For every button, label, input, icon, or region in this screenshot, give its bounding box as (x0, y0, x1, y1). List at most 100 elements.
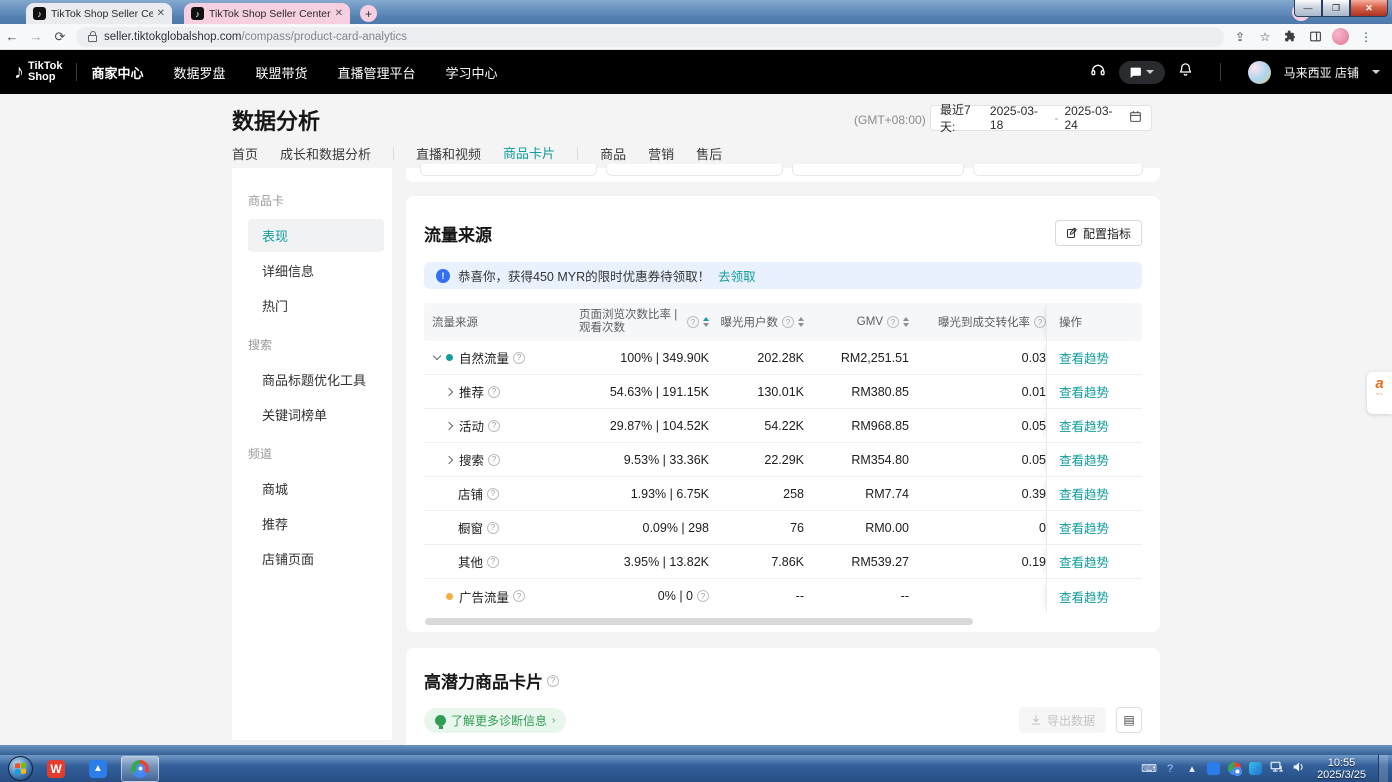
help-tray-icon[interactable]: ? (1163, 763, 1177, 775)
show-desktop-button[interactable] (1378, 755, 1388, 782)
browser-toolbar: ← → ⟳ seller.tiktokglobalshop.com/compas… (0, 24, 1392, 50)
configure-metrics-button[interactable]: 配置指标 (1055, 220, 1142, 246)
headset-support-icon[interactable] (1090, 62, 1106, 83)
input-method-icon[interactable]: ⌨ (1141, 762, 1155, 775)
volume-icon[interactable] (1292, 760, 1305, 778)
column-header-exposed-users[interactable]: 曝光用户数 (709, 314, 804, 330)
help-icon[interactable] (487, 522, 499, 534)
date-range-picker[interactable]: 最近7天: 2025-03-18 - 2025-03-24 (930, 105, 1152, 131)
help-icon[interactable] (1034, 316, 1046, 328)
taskbar-chrome-icon[interactable] (121, 756, 159, 782)
source-name: 店铺 (458, 484, 483, 503)
source-name: 其他 (458, 552, 483, 571)
sidebar-item-trending[interactable]: 热门 (248, 289, 384, 322)
nav-item-affiliate[interactable]: 联盟带货 (255, 63, 307, 82)
browser-tab-2[interactable]: ♪ TikTok Shop Seller Center | Cre ✕ (184, 3, 350, 24)
help-icon[interactable] (547, 675, 559, 687)
view-trend-link[interactable]: 查看趋势 (1059, 416, 1109, 435)
new-tab-button[interactable]: + (360, 5, 377, 22)
nav-item-data-compass[interactable]: 数据罗盘 (173, 63, 225, 82)
expand-chevron-icon[interactable] (445, 387, 453, 395)
view-trend-link[interactable]: 查看趋势 (1059, 348, 1109, 367)
claim-coupon-link[interactable]: 去领取 (718, 266, 756, 285)
tray-cloud-icon[interactable] (1249, 762, 1262, 775)
view-trend-link[interactable]: 查看趋势 (1059, 587, 1109, 606)
help-icon[interactable] (487, 488, 499, 500)
expand-chevron-icon[interactable] (445, 455, 453, 463)
window-minimize-button[interactable]: — (1294, 0, 1322, 17)
nav-item-seller-center[interactable]: 商家中心 (91, 63, 143, 82)
help-icon[interactable] (697, 590, 709, 602)
sidebar-item-shop-page[interactable]: 店铺页面 (248, 542, 384, 575)
back-icon[interactable]: ← (0, 29, 24, 44)
help-icon[interactable] (887, 316, 899, 328)
sidebar-item-keyword-ranking[interactable]: 关键词榜单 (248, 398, 384, 431)
nav-item-live-platform[interactable]: 直播管理平台 (337, 63, 415, 82)
help-icon[interactable] (488, 420, 500, 432)
extensions-puzzle-icon[interactable] (1282, 29, 1298, 45)
export-data-button[interactable]: 导出数据 (1019, 707, 1106, 733)
reload-icon[interactable]: ⟳ (48, 29, 72, 45)
taskbar-docs-app-icon[interactable]: ▲ (79, 756, 117, 782)
view-trend-link[interactable]: 查看趋势 (1059, 450, 1109, 469)
taskbar-wps-icon[interactable]: W (37, 756, 75, 782)
tray-app-blue-icon[interactable] (1207, 762, 1220, 775)
sidebar-item-recommend[interactable]: 推荐 (248, 507, 384, 540)
lock-icon[interactable] (88, 35, 97, 42)
forward-icon[interactable]: → (24, 29, 48, 44)
view-trend-link[interactable]: 查看趋势 (1059, 382, 1109, 401)
window-close-button[interactable]: ✕ (1350, 0, 1388, 17)
window-maximize-button[interactable]: ❐ (1322, 0, 1350, 17)
column-header-conversion-rate[interactable]: 曝光到成交转化率 (909, 314, 1046, 330)
share-icon[interactable]: ⇪ (1232, 29, 1248, 45)
chevron-down-icon[interactable] (1372, 70, 1380, 74)
bookmark-star-icon[interactable]: ☆ (1257, 29, 1273, 45)
taskbar-clock[interactable]: 10:55 2025/3/25 (1317, 757, 1366, 781)
view-trend-link[interactable]: 查看趋势 (1059, 518, 1109, 537)
help-icon[interactable] (513, 590, 525, 602)
sidebar-item-mall[interactable]: 商城 (248, 472, 384, 505)
view-trend-link[interactable]: 查看趋势 (1059, 484, 1109, 503)
messages-pill[interactable] (1119, 61, 1165, 84)
nav-item-learning-center[interactable]: 学习中心 (446, 63, 498, 82)
notifications-bell-icon[interactable] (1178, 62, 1193, 82)
tab-close-icon[interactable]: ✕ (157, 8, 165, 19)
sidebar-item-details[interactable]: 详细信息 (248, 254, 384, 287)
floating-promo-widget[interactable]: a ~~ (1367, 372, 1392, 414)
sidebar-item-title-optimizer[interactable]: 商品标题优化工具 (248, 363, 384, 396)
browser-tab-1[interactable]: ♪ TikTok Shop Seller Center | Cre ✕ (26, 3, 172, 24)
help-icon[interactable] (782, 316, 794, 328)
help-icon[interactable] (687, 316, 699, 328)
address-bar[interactable]: seller.tiktokglobalshop.com/compass/prod… (76, 27, 1224, 47)
tab-close-icon[interactable]: ✕ (335, 8, 343, 19)
store-name[interactable]: 马来西亚 店铺 (1284, 64, 1359, 81)
network-icon[interactable] (1270, 760, 1284, 778)
view-trend-link[interactable]: 查看趋势 (1059, 552, 1109, 571)
browser-menu-icon[interactable]: ⋮ (1358, 29, 1374, 45)
column-header-gmv[interactable]: GMV (804, 316, 909, 328)
expand-chevron-icon[interactable] (445, 421, 453, 429)
stat-card (792, 164, 964, 176)
collapse-chevron-icon[interactable] (433, 352, 441, 360)
diagnostic-tip-link[interactable]: 了解更多诊断信息 › (424, 708, 566, 733)
side-panel-icon[interactable] (1307, 29, 1323, 45)
gmv-value: RM354.80 (804, 453, 909, 467)
store-avatar[interactable] (1248, 61, 1271, 84)
tray-chrome-icon[interactable] (1228, 762, 1241, 775)
scrollbar-thumb[interactable] (425, 618, 973, 625)
source-name: 活动 (459, 416, 484, 435)
chevron-down-icon (1146, 70, 1154, 74)
start-button[interactable] (8, 756, 33, 781)
tiktok-shop-logo[interactable]: ♪ TikTok Shop (14, 61, 62, 84)
help-icon[interactable] (488, 454, 500, 466)
help-icon[interactable] (487, 556, 499, 568)
cvr-value: 0.01 (909, 385, 1046, 399)
sidebar-item-performance[interactable]: 表现 (248, 219, 384, 252)
help-icon[interactable] (488, 386, 500, 398)
horizontal-scrollbar[interactable] (424, 618, 1142, 625)
help-icon[interactable] (513, 352, 525, 364)
hidden-icons-chevron[interactable]: ▴ (1185, 762, 1199, 775)
profile-avatar[interactable] (1332, 28, 1349, 45)
report-list-button[interactable]: ▤ (1116, 707, 1142, 733)
column-header-pv-ratio[interactable]: 页面浏览次数比率 | 观看次数 (574, 309, 709, 335)
